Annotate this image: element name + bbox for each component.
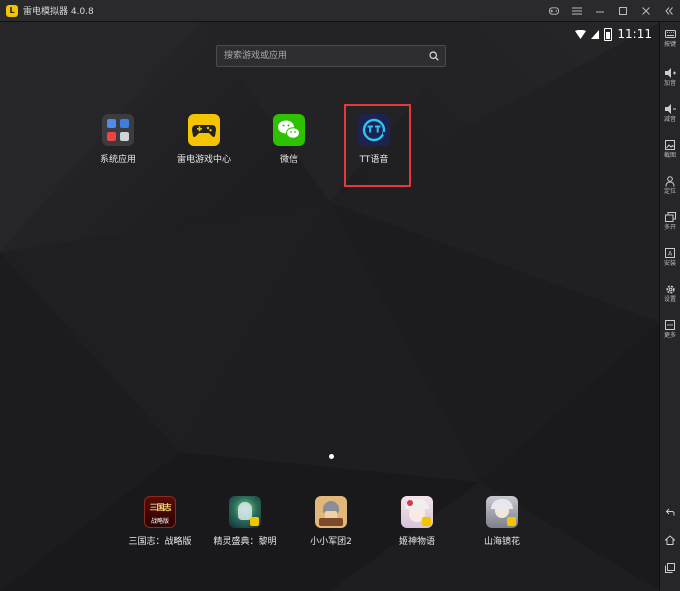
wifi-icon [575,29,587,39]
sidebar-label: 定位 [663,188,676,195]
sanguozhi-game-icon: 三国志 战略版 [144,496,176,528]
sidebar-home-button[interactable] [660,534,680,546]
title-bar: L 雷电模拟器 4.0.8 [0,0,680,22]
sidebar-label: 截图 [663,152,676,159]
menu-icon[interactable] [572,6,582,16]
sidebar-item-settings[interactable]: 设置 [660,283,680,303]
window-title: 雷电模拟器 4.0.8 [23,7,94,17]
collapse-sidebar-icon[interactable] [664,6,674,16]
location-person-icon [664,175,676,187]
sidebar-label: 减音 [663,116,676,123]
gear-icon [664,283,676,295]
sidebar-label: 按键 [663,41,676,48]
sidebar-item-location[interactable]: 定位 [660,175,680,195]
system-apps-folder-icon [102,114,134,146]
sidebar-label: 安装 [663,260,676,267]
app-label: 小小军团2 [310,537,352,547]
volume-down-icon [664,103,676,115]
sanguozhi-icon-title: 三国志 [149,503,172,512]
app-label: 山海镜花 [483,537,520,547]
status-bar: 11:11 [575,27,652,41]
sidebar-item-keys[interactable]: 按键 [660,28,680,48]
app-label: 雷电游戏中心 [176,155,231,165]
sidebar-back-button[interactable] [660,506,680,518]
back-icon [664,506,676,518]
page-indicator[interactable] [329,454,334,459]
search-input[interactable] [217,50,423,62]
battery-icon [604,27,613,41]
sidebar-label: 更多 [663,332,676,339]
app-sanguozhi[interactable]: 三国志 战略版 三国志：战略版 [120,496,200,547]
close-icon[interactable] [641,6,651,16]
search-icon[interactable] [423,46,445,66]
shanhai-game-icon [486,496,518,528]
home-icon [664,534,676,546]
app-label: 三国志：战略版 [128,537,192,547]
sidebar-item-more[interactable]: 更多 [660,319,680,339]
jingling-game-icon [229,496,261,528]
app-logo-icon: L [6,4,18,17]
window-controls [549,0,674,21]
app-label: 姬神物语 [398,537,435,547]
app-system-apps[interactable]: 系统应用 [78,114,158,165]
logo-letter: L [9,6,15,15]
gamepad-icon[interactable] [549,6,559,16]
sidebar-recents-button[interactable] [660,562,680,574]
multi-instance-icon [664,211,676,223]
screenshot-icon [664,139,676,151]
sanguozhi-icon-subtitle: 战略版 [150,518,169,525]
selection-highlight [344,104,411,187]
maximize-icon[interactable] [618,6,628,16]
app-jishen[interactable]: 姬神物语 [377,496,457,547]
clock-time: 11:11 [617,27,652,41]
recent-apps-icon [664,562,676,574]
wechat-icon [273,114,305,146]
emulator-sidebar: 按键 加音 减音 截图 定位 多开 A 安装 设置 更多 [659,22,680,591]
sidebar-label: 加音 [663,80,676,87]
game-center-gamepad-icon [188,114,220,146]
app-leidian-game-center[interactable]: 雷电游戏中心 [164,114,244,165]
sidebar-item-screenshot[interactable]: 截图 [660,139,680,159]
app-label: 精灵盛典：黎明 [213,537,277,547]
jishen-game-icon [401,496,433,528]
svg-text:A: A [668,251,673,258]
app-jingling[interactable]: 精灵盛典：黎明 [205,496,285,547]
signal-icon [591,29,600,39]
sidebar-item-vol-down[interactable]: 减音 [660,103,680,123]
app-wechat[interactable]: 微信 [249,114,329,165]
app-label: 微信 [279,155,298,165]
sidebar-item-install[interactable]: A 安装 [660,247,680,267]
android-home-screen: 11:11 系统应用 雷电游戏中心 微信 TT语音 [0,22,660,591]
xiaoxiaojuntuan-game-icon [315,496,347,528]
apk-install-icon: A [664,247,676,259]
keyboard-icon [664,28,676,40]
sidebar-item-vol-up[interactable]: 加音 [660,67,680,87]
app-xiaoxiaojuntuan[interactable]: 小小军团2 [291,496,371,547]
sidebar-item-multi[interactable]: 多开 [660,211,680,231]
more-icon [664,319,676,331]
search-bar[interactable] [216,45,446,67]
sidebar-label: 设置 [663,296,676,303]
minimize-icon[interactable] [595,6,605,16]
volume-up-icon [664,67,676,79]
sidebar-label: 多开 [663,224,676,231]
app-label: 系统应用 [99,155,136,165]
app-shanhai[interactable]: 山海镜花 [462,496,542,547]
